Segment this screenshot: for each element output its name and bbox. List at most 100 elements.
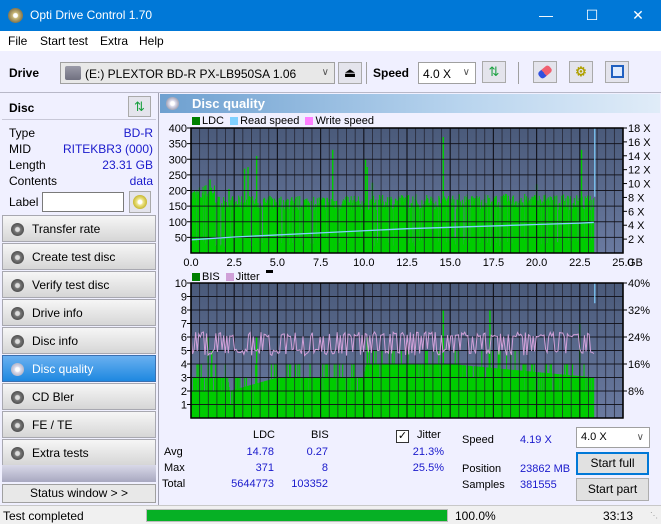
nav-transfer-rate[interactable]: Transfer rate: [2, 215, 156, 242]
save-button[interactable]: [605, 61, 629, 83]
nav-label: Extra tests: [32, 446, 89, 460]
menu-extra[interactable]: Extra: [100, 34, 128, 48]
menu-help[interactable]: Help: [139, 34, 164, 48]
nav-disc-info[interactable]: Disc info: [2, 327, 156, 354]
ldc-bar: [213, 185, 215, 253]
samples-label: Samples: [462, 479, 505, 491]
disc-key: Contents: [9, 174, 58, 188]
eject-icon: ⏏: [343, 65, 357, 80]
y-tick-label: 10: [175, 278, 187, 290]
y-tick-label: 400: [169, 123, 187, 135]
nav-label: Create test disc: [32, 250, 116, 264]
nav-disc-quality[interactable]: Disc quality: [2, 355, 156, 382]
toolbar-divider: [366, 62, 367, 84]
x-tick-label: 22.5: [569, 422, 590, 423]
x-tick-label: 2.5: [227, 257, 242, 269]
y2-tick-label: 18 X: [628, 123, 651, 135]
nav-label: Transfer rate: [32, 222, 101, 236]
x-tick-label: 10.0: [353, 422, 374, 423]
ldc-bar: [373, 195, 375, 253]
x-tick-label: 7.5: [313, 257, 328, 269]
disc-row-type: Type BD-R: [9, 126, 153, 142]
disc-heading: Disc: [9, 101, 35, 115]
charts-svg: 0.0 2.5 5.0 7.5 10.0 12.5 15.0 17.5 20.0 22.5 25.0…: [169, 123, 652, 423]
stats-max-bis: 8: [321, 462, 328, 474]
nav-create-test-disc[interactable]: Create test disc: [2, 243, 156, 270]
maximize-button[interactable]: ☐: [569, 0, 615, 31]
ldc-bar: [413, 207, 415, 253]
menu-start-test[interactable]: Start test: [40, 34, 88, 48]
nav-verify-test-disc[interactable]: Verify test disc: [2, 271, 156, 298]
status-window-button[interactable]: Status window > >: [2, 484, 156, 503]
drive-select[interactable]: (E:) PLEXTOR BD-R PX-LB950SA 1.06 ∨: [60, 62, 335, 84]
nav-cd-bler[interactable]: CD Bler: [2, 383, 156, 410]
stats-header-ldc: LDC: [253, 429, 276, 441]
nav-label: CD Bler: [32, 390, 75, 404]
refresh-button[interactable]: ⇅: [482, 61, 506, 83]
y-tick-label: 2: [181, 386, 187, 398]
settings-icon: ⚙: [575, 64, 587, 79]
chevron-down-icon: ∨: [321, 67, 329, 78]
ldc-bar: [219, 206, 221, 253]
x-tick-label: 20.0: [526, 257, 547, 269]
stats-max-ldc: 371: [255, 462, 274, 474]
y2-tick-label: 12 X: [628, 165, 651, 177]
settings-button[interactable]: ⚙: [569, 61, 593, 83]
disc-info-panel: Disc ⇅ Type BD-R MID RITEKBR3 (000) Leng…: [2, 95, 156, 213]
nav-label: FE / TE: [32, 418, 73, 432]
refresh-icon: ⇅: [134, 99, 145, 114]
menu-bar: File Start test Extra Help: [0, 31, 661, 51]
y-tick-label: 200: [169, 186, 187, 198]
menu-file[interactable]: File: [8, 34, 27, 48]
drive-icon: [65, 66, 81, 80]
start-full-button[interactable]: Start full: [576, 452, 649, 475]
nav-extra-tests[interactable]: Extra tests: [2, 439, 156, 466]
erase-button[interactable]: [533, 61, 557, 83]
start-part-button[interactable]: Start part: [576, 478, 649, 501]
x-tick-label: 0.0: [183, 257, 198, 269]
verify-disc-icon: [11, 279, 24, 292]
y-tick-label: 8: [181, 305, 187, 317]
disc-refresh-button[interactable]: ⇅: [128, 96, 151, 117]
speed-readout-value: 4.19 X: [520, 434, 552, 446]
drive-label: Drive: [9, 66, 40, 80]
x-tick-label: 22.5: [569, 257, 590, 269]
erase-icon: [537, 64, 553, 80]
stats-avg-bis: 0.27: [306, 446, 328, 458]
y-tick-label: 250: [169, 170, 187, 182]
nav-label: Verify test disc: [32, 278, 110, 292]
test-speed-select[interactable]: 4.0 X ∨: [576, 427, 650, 448]
label-button[interactable]: [129, 191, 151, 213]
label-input[interactable]: [42, 192, 124, 212]
x-tick-label: 0.0: [183, 422, 198, 423]
x-tick-label: 5.0: [270, 422, 285, 423]
stats-max-jitter: 25.5%: [412, 462, 444, 474]
speed-value: 4.0 X: [423, 67, 452, 81]
disc-value: 23.31 GB: [102, 158, 153, 172]
progress-fill: [147, 510, 447, 521]
jitter-checkbox[interactable]: ✓: [396, 430, 409, 443]
disc-row-length: Length 23.31 GB: [9, 158, 153, 174]
stats-header-jitter: Jitter: [417, 429, 441, 441]
eject-button[interactable]: ⏏: [338, 62, 362, 84]
x-tick-label: 15.0: [439, 257, 460, 269]
refresh-icon: ⇅: [488, 64, 500, 79]
x-tick-label: 12.5: [396, 257, 417, 269]
nav-fe-te[interactable]: FE / TE: [2, 411, 156, 438]
y2-tick-label: 4 X: [628, 220, 645, 232]
y2-tick-label: 10 X: [628, 179, 651, 191]
speed-select[interactable]: 4.0 X ∨: [418, 62, 476, 84]
close-button[interactable]: ✕: [615, 0, 661, 31]
disc-value: data: [129, 174, 153, 188]
progress-text: 100.0%: [455, 509, 496, 523]
position-label: Position: [462, 463, 502, 475]
drive-value: (E:) PLEXTOR BD-R PX-LB950SA 1.06: [85, 67, 297, 81]
nav-label: Disc quality: [32, 362, 94, 376]
nav-drive-info[interactable]: Drive info: [2, 299, 156, 326]
y2-tick-label: 16 X: [628, 137, 651, 149]
toolbar: Drive (E:) PLEXTOR BD-R PX-LB950SA 1.06 …: [0, 51, 661, 93]
samples-value: 381555: [520, 479, 557, 491]
resize-grip-icon[interactable]: ⋱: [650, 511, 658, 520]
minimize-button[interactable]: —: [523, 0, 569, 31]
stats-avg-jitter: 21.3%: [412, 446, 444, 458]
